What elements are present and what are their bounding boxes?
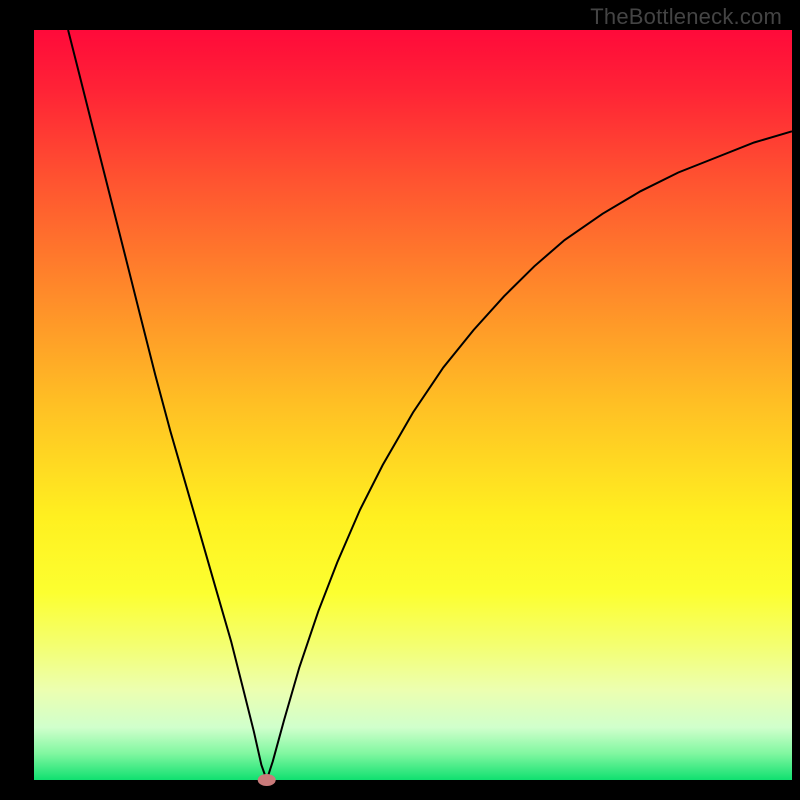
chart-frame: { "watermark": "TheBottleneck.com", "cha… xyxy=(0,0,800,800)
optimum-marker xyxy=(258,774,276,786)
plot-background xyxy=(34,30,792,780)
watermark-text: TheBottleneck.com xyxy=(590,4,782,30)
bottleneck-chart xyxy=(0,0,800,800)
